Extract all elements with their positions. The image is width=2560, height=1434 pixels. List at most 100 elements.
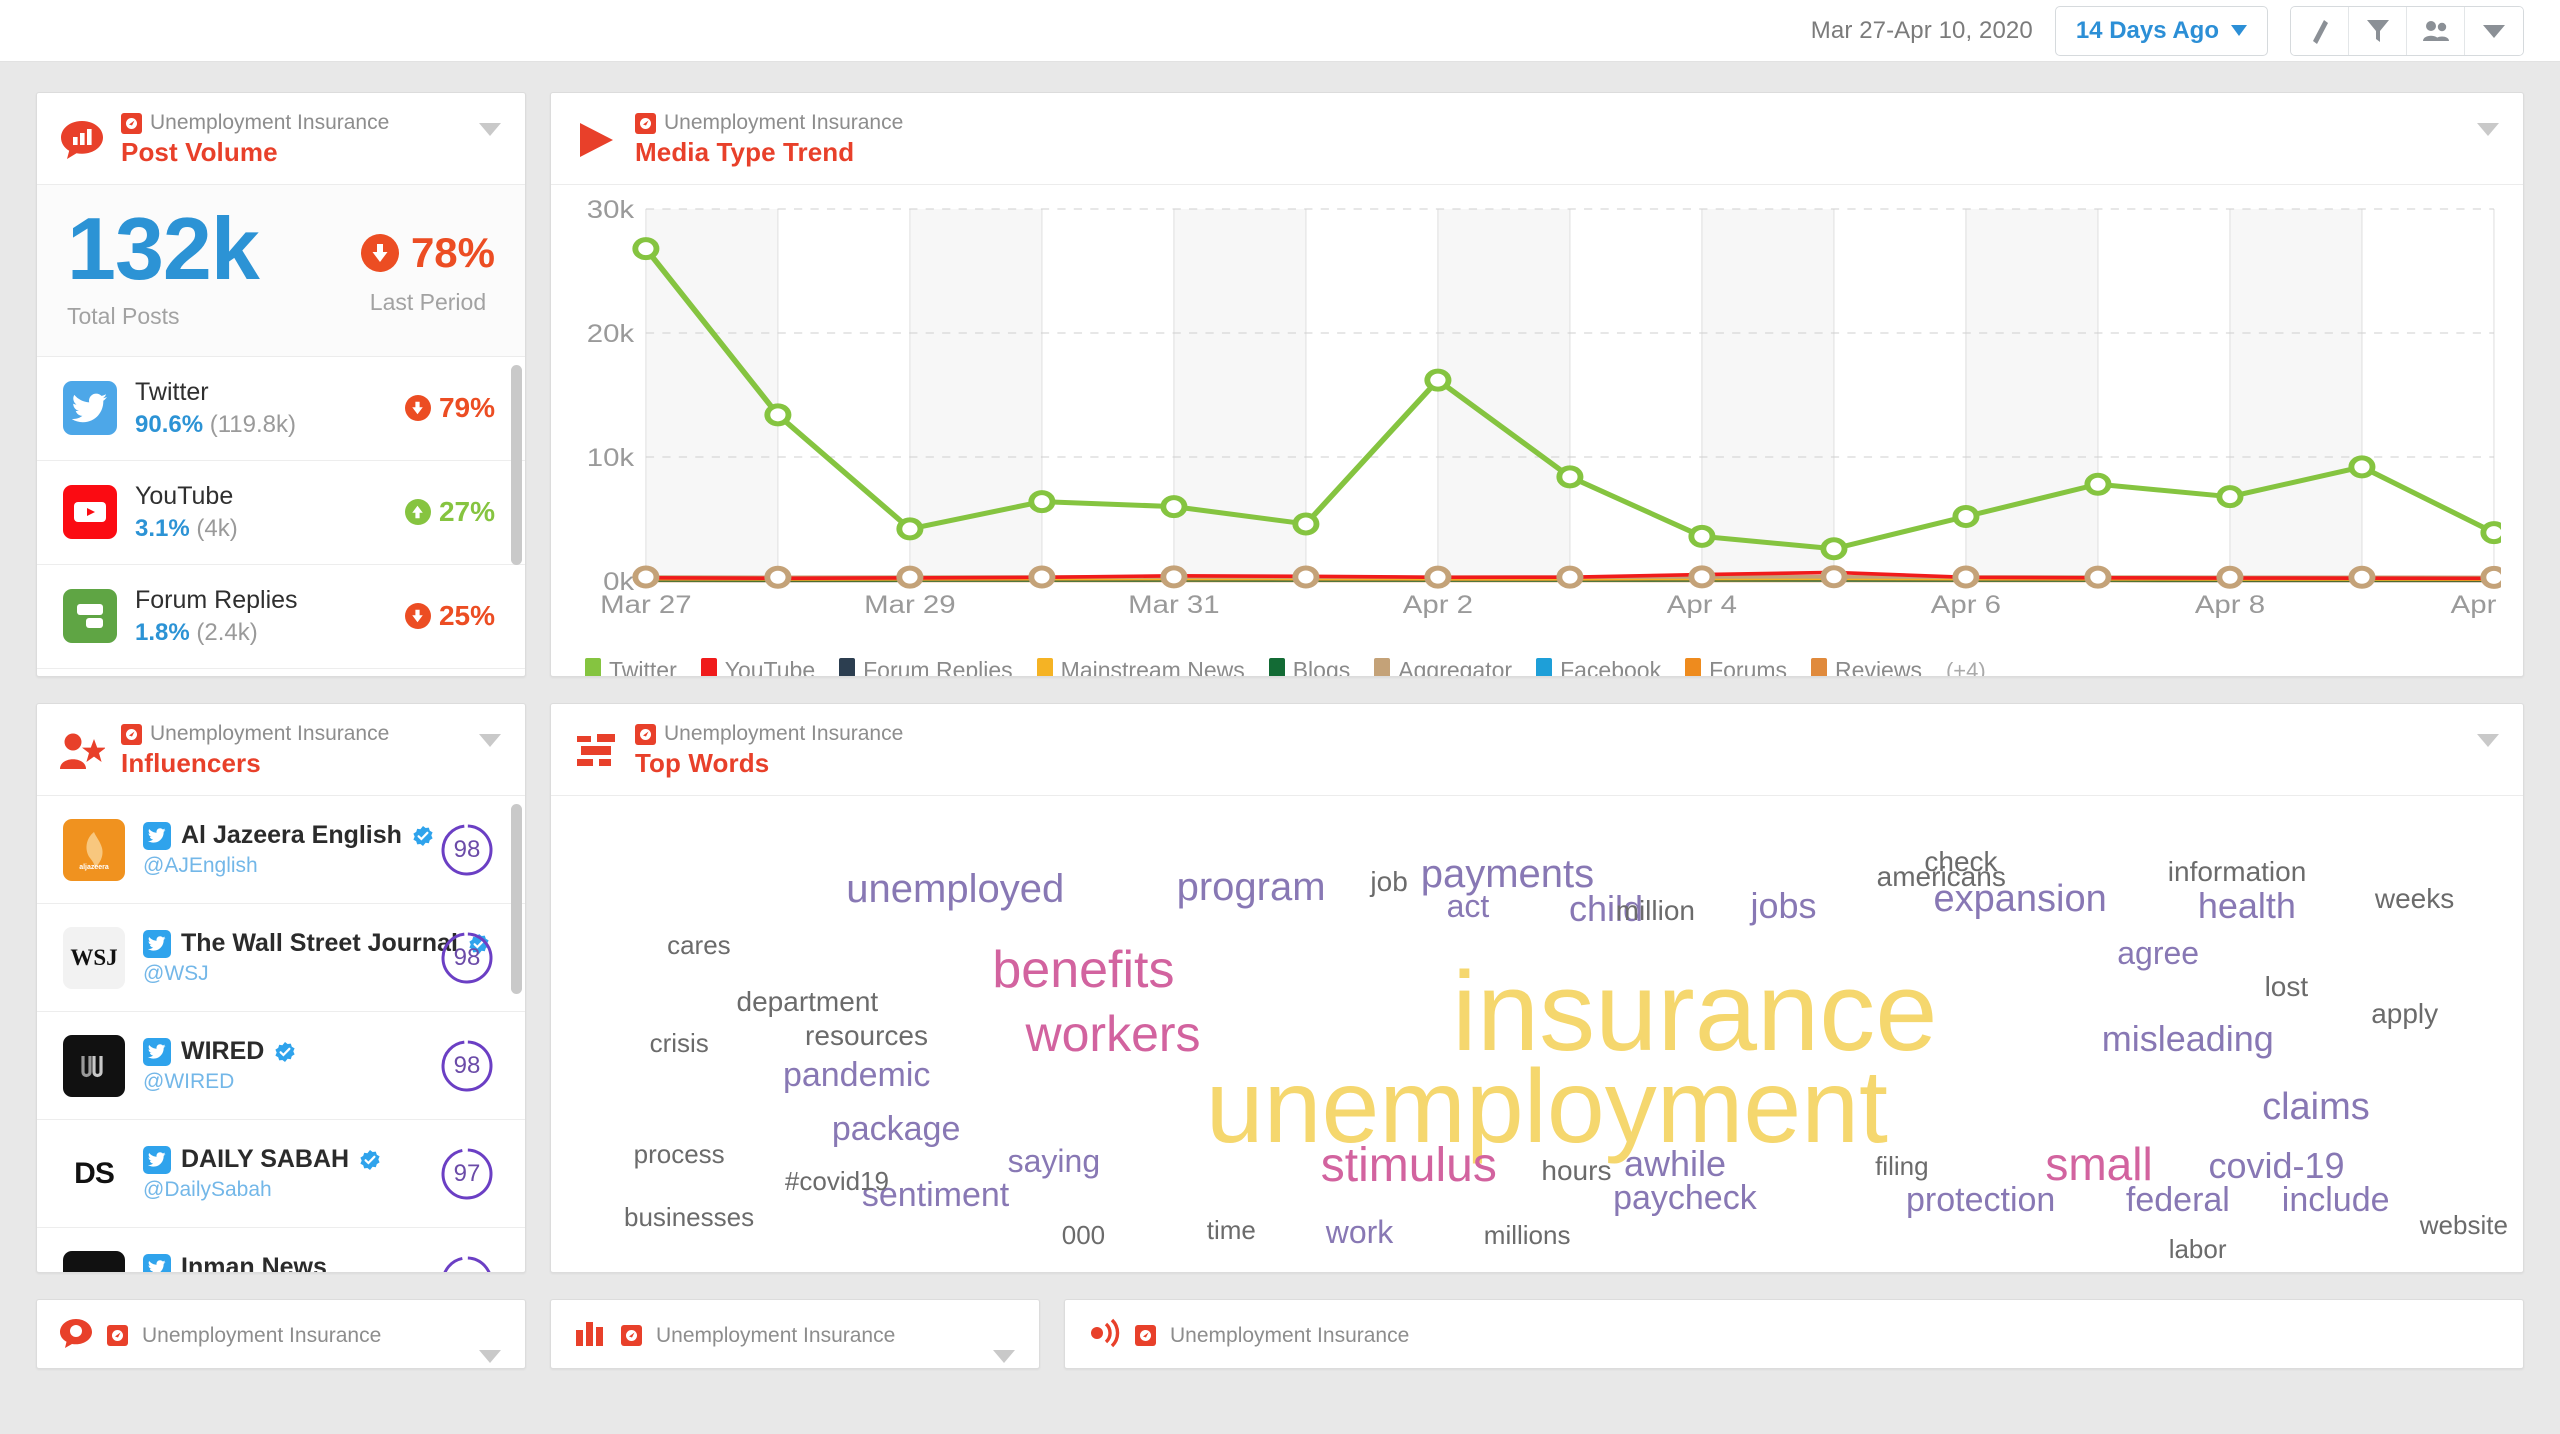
- word-cloud-term[interactable]: agree: [2117, 937, 2199, 969]
- word-cloud-term[interactable]: 000: [1062, 1222, 1105, 1248]
- media-type-trend-topic-label: Unemployment Insurance: [664, 111, 903, 135]
- dashboard-row-2: Unemployment Insurance Unemployment Insu…: [36, 1299, 2524, 1369]
- word-cloud-term[interactable]: time: [1207, 1217, 1256, 1243]
- word-cloud-term[interactable]: cares: [667, 932, 731, 958]
- edit-pencil-button[interactable]: [2291, 7, 2349, 55]
- list-item[interactable]: Twitter 90.6% (119.8k) 79%: [37, 357, 525, 461]
- legend-item[interactable]: Aggregator: [1374, 657, 1512, 677]
- word-cloud-term[interactable]: hours: [1541, 1157, 1611, 1185]
- dashboard-board: Unemployment Insurance Post Volume 132k …: [0, 62, 2560, 1369]
- word-cloud-term[interactable]: information: [2168, 858, 2307, 886]
- influencer-meta: The Wall Street Journal @WSJ: [143, 929, 421, 986]
- list-item[interactable]: aljazeera Al Jazeera English: [37, 796, 525, 904]
- legend-item[interactable]: Facebook: [1536, 657, 1661, 677]
- word-cloud-term[interactable]: website: [2420, 1212, 2508, 1238]
- word-cloud-term[interactable]: process: [634, 1141, 725, 1167]
- period-selector-button[interactable]: 14 Days Ago: [2055, 6, 2268, 56]
- word-cloud-term[interactable]: claims: [2262, 1088, 2370, 1126]
- media-type-trend-collapse-caret-icon[interactable]: [2477, 123, 2499, 136]
- bottom-card-collapse-caret-icon[interactable]: [993, 1350, 1015, 1363]
- legend-item[interactable]: Forum Replies: [839, 657, 1013, 677]
- legend-item[interactable]: Mainstream News: [1037, 657, 1245, 677]
- bottom-card-reach-header: Unemployment Insurance: [1065, 1300, 2523, 1353]
- influencers-collapse-caret-icon[interactable]: [479, 734, 501, 747]
- topic-badge-icon: [635, 724, 656, 745]
- word-cloud-term[interactable]: weeks: [2375, 885, 2454, 913]
- word-cloud-term[interactable]: apply: [2371, 1000, 2438, 1028]
- filter-button[interactable]: [2349, 7, 2407, 55]
- channel-delta: 27%: [405, 496, 495, 528]
- more-options-button[interactable]: [2465, 7, 2523, 55]
- word-cloud-term[interactable]: pandemic: [783, 1058, 930, 1092]
- legend-item[interactable]: Reviews: [1811, 657, 1922, 677]
- channel-percent: 90.6%: [135, 411, 203, 438]
- word-cloud-term[interactable]: job: [1370, 868, 1407, 896]
- legend-item[interactable]: YouTube: [701, 657, 815, 677]
- legend-item[interactable]: Twitter: [585, 657, 677, 677]
- post-volume-total-label: Total Posts: [67, 303, 259, 330]
- word-cloud-term[interactable]: include: [2282, 1183, 2390, 1217]
- word-cloud-term[interactable]: workers: [1026, 1009, 1201, 1059]
- word-cloud-term[interactable]: businesses: [624, 1204, 754, 1230]
- audience-button[interactable]: [2407, 7, 2465, 55]
- list-item[interactable]: [37, 669, 525, 677]
- channel-percent: 1.8%: [135, 619, 190, 646]
- word-cloud-term[interactable]: unemployment: [1206, 1055, 1888, 1159]
- word-cloud-term[interactable]: small: [2045, 1141, 2152, 1187]
- legend-item[interactable]: Blogs: [1269, 657, 1351, 677]
- word-cloud-term[interactable]: unemployed: [846, 869, 1064, 909]
- post-volume-channel-list[interactable]: Twitter 90.6% (119.8k) 79%: [37, 357, 525, 677]
- word-cloud-term[interactable]: #covid19: [785, 1168, 889, 1194]
- word-cloud-term[interactable]: million: [1616, 897, 1695, 925]
- word-cloud-term[interactable]: protection: [1906, 1183, 2055, 1217]
- word-cloud-term[interactable]: stimulus: [1321, 1142, 1497, 1190]
- word-cloud-term[interactable]: millions: [1484, 1222, 1571, 1248]
- word-cloud-term[interactable]: federal: [2126, 1183, 2230, 1217]
- influencers-topic-label: Unemployment Insurance: [150, 722, 389, 746]
- list-item[interactable]: Forum Replies 1.8% (2.4k) 25%: [37, 565, 525, 669]
- word-cloud-term[interactable]: saying: [1008, 1145, 1101, 1177]
- word-cloud-term[interactable]: covid-19: [2208, 1148, 2344, 1184]
- influencers-card: Unemployment Insurance Influencers aljaz…: [36, 703, 526, 1273]
- influencers-scrollbar[interactable]: [511, 804, 522, 994]
- word-cloud-term[interactable]: health: [2198, 888, 2296, 924]
- word-cloud-term[interactable]: department: [737, 988, 879, 1016]
- media-type-trend-icon: [573, 118, 619, 162]
- word-cloud-term[interactable]: labor: [2169, 1236, 2227, 1262]
- word-cloud-term[interactable]: paycheck: [1613, 1181, 1757, 1215]
- word-cloud-term[interactable]: lost: [2265, 973, 2309, 1001]
- list-item[interactable]: WSJ The Wall Street Journal: [37, 904, 525, 1012]
- list-item[interactable]: inman Inman News @InmanNews: [37, 1228, 525, 1273]
- word-cloud-term[interactable]: filing: [1875, 1153, 1928, 1179]
- list-item[interactable]: DS DAILY SABAH @Daily: [37, 1120, 525, 1228]
- word-cloud-term[interactable]: awhile: [1624, 1146, 1726, 1182]
- word-cloud-term[interactable]: jobs: [1750, 888, 1816, 924]
- word-cloud-term[interactable]: work: [1326, 1216, 1394, 1248]
- word-cloud-term[interactable]: program: [1177, 867, 1326, 907]
- list-item[interactable]: WIRED @WIRED 98: [37, 1012, 525, 1120]
- bottom-card-collapse-caret-icon[interactable]: [479, 1350, 501, 1363]
- legend-item[interactable]: Forums: [1685, 657, 1787, 677]
- legend-swatch: [701, 658, 717, 678]
- word-cloud-term[interactable]: check: [1924, 848, 1997, 876]
- word-cloud-term[interactable]: act: [1447, 890, 1490, 922]
- list-item[interactable]: YouTube 3.1% (4k) 27%: [37, 461, 525, 565]
- word-cloud-term[interactable]: benefits: [992, 944, 1174, 996]
- word-cloud-term[interactable]: package: [832, 1112, 961, 1146]
- bottom-card-topic-label: Unemployment Insurance: [656, 1324, 895, 1348]
- top-words-collapse-caret-icon[interactable]: [2477, 734, 2499, 747]
- channel-stats: 1.8% (2.4k): [135, 619, 387, 647]
- word-cloud-term[interactable]: misleading: [2102, 1021, 2274, 1057]
- bottom-card-sentiment-header: Unemployment Insurance: [37, 1300, 525, 1353]
- channel-count: (119.8k): [210, 411, 296, 438]
- topic-badge-icon: [621, 1325, 642, 1346]
- legend-more-count[interactable]: (+4): [1946, 658, 1986, 678]
- word-cloud-term[interactable]: resources: [805, 1022, 928, 1050]
- word-cloud-term[interactable]: crisis: [650, 1030, 709, 1056]
- influencers-list[interactable]: aljazeera Al Jazeera English: [37, 796, 525, 1273]
- channel-delta: 79%: [405, 392, 495, 424]
- post-volume-collapse-caret-icon[interactable]: [479, 123, 501, 136]
- post-volume-scrollbar[interactable]: [511, 365, 522, 565]
- legend-label: Mainstream News: [1061, 657, 1245, 677]
- influencer-handle: @WSJ: [143, 962, 421, 986]
